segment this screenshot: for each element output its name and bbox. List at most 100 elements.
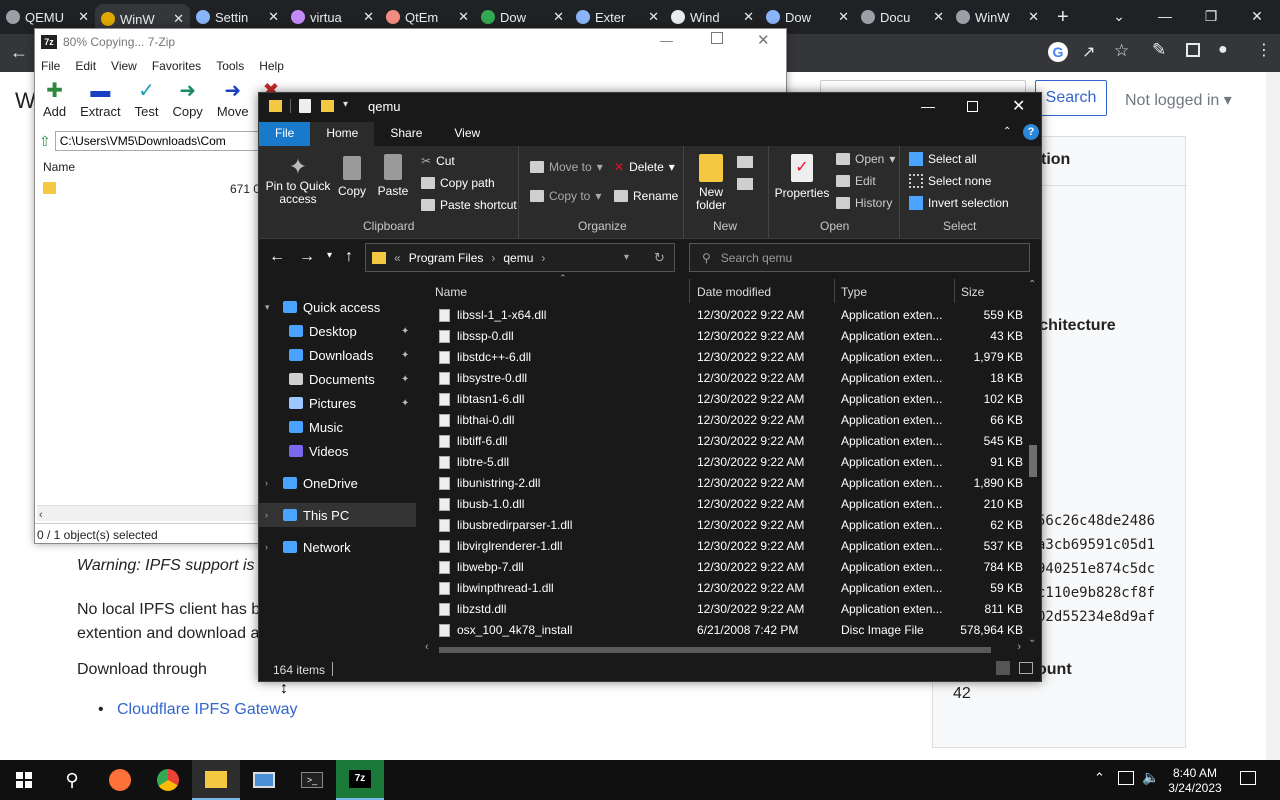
nav-item-music[interactable]: Music: [259, 415, 416, 439]
pin-icon[interactable]: ✦: [401, 350, 409, 361]
sevenzip-hscrollbar[interactable]: ‹: [37, 505, 259, 521]
not-logged-in-menu[interactable]: Not logged in ▾: [1125, 90, 1232, 110]
nav-item-this-pc[interactable]: › This PC: [259, 503, 416, 527]
col-date-modified[interactable]: Date modified: [697, 285, 771, 299]
file-row[interactable]: libthai-0.dll 12/30/2022 9:22 AM Applicati…: [429, 410, 1029, 431]
file-list-hscrollbar[interactable]: ‹ ›: [421, 641, 1025, 657]
pin-icon[interactable]: ✦: [401, 398, 409, 409]
nav-item-pictures[interactable]: Pictures ✦: [259, 391, 416, 415]
copy-path-button[interactable]: Copy path: [421, 176, 495, 190]
tab-close-icon[interactable]: ✕: [268, 9, 279, 25]
explorer-minimize-button[interactable]: —: [921, 98, 935, 114]
file-row[interactable]: libunistring-2.dll 12/30/2022 9:22 AM Appl…: [429, 473, 1029, 494]
copy-button[interactable]: Copy: [337, 154, 367, 198]
back-arrow-icon[interactable]: ←: [10, 42, 28, 63]
scroll-right-icon[interactable]: ›: [1017, 641, 1021, 653]
ribbon-tab-share[interactable]: Share: [374, 122, 438, 146]
recent-locations-chevron-icon[interactable]: ▾: [327, 250, 332, 261]
nav-item-desktop[interactable]: Desktop ✦: [259, 319, 416, 343]
file-explorer-icon[interactable]: [192, 760, 240, 800]
open-button[interactable]: Open ▾: [836, 152, 895, 166]
file-row[interactable]: libusbredirparser-1.dll 12/30/2022 9:22 A…: [429, 515, 1029, 536]
sevenzip-close-button[interactable]: ✕: [757, 31, 770, 49]
file-row[interactable]: libwebp-7.dll 12/30/2022 9:22 AM Applicati…: [429, 557, 1029, 578]
expand-chevron-icon[interactable]: ›: [265, 510, 268, 520]
share-icon[interactable]: ↗: [1082, 42, 1095, 62]
tab-close-icon[interactable]: ✕: [743, 9, 754, 25]
large-icons-view-icon[interactable]: [1019, 662, 1033, 674]
search-icon[interactable]: ⚲: [48, 760, 96, 800]
google-icon[interactable]: G: [1048, 42, 1068, 62]
tab-close-icon[interactable]: ✕: [78, 9, 89, 25]
sevenzip-add-button[interactable]: ✚ Add: [43, 80, 66, 121]
up-folder-icon[interactable]: ⇧: [39, 133, 51, 150]
chrome-icon[interactable]: [144, 760, 192, 800]
clock[interactable]: 8:40 AM 3/24/2023: [1162, 766, 1228, 796]
help-icon[interactable]: ?: [1023, 124, 1039, 140]
nav-item-videos[interactable]: Videos: [259, 439, 416, 463]
tab-close-icon[interactable]: ✕: [1028, 9, 1039, 25]
cut-button[interactable]: ✂ Cut: [421, 154, 455, 168]
browser-close-button[interactable]: ✕: [1234, 0, 1280, 32]
scroll-up-icon[interactable]: ⌃: [1028, 279, 1036, 290]
move-to-button[interactable]: Move to ▾: [530, 160, 603, 174]
menu-item-help[interactable]: Help: [259, 59, 284, 73]
new-folder-quick-icon[interactable]: [321, 100, 334, 112]
address-dropdown-chevron-icon[interactable]: ▾: [624, 252, 629, 263]
firefox-icon[interactable]: [96, 760, 144, 800]
file-row[interactable]: libvirglrenderer-1.dll 12/30/2022 9:22 AM…: [429, 536, 1029, 557]
side-panel-icon[interactable]: [1186, 43, 1200, 57]
file-row[interactable]: osx_100_4k78_install 6/21/2008 7:42 PM Dis…: [429, 620, 1029, 641]
forward-arrow-icon[interactable]: →: [299, 248, 315, 266]
file-row[interactable]: libzstd.dll 12/30/2022 9:22 AM Application…: [429, 599, 1029, 620]
breadcrumb-program-files[interactable]: Program Files: [409, 251, 484, 265]
search-input[interactable]: ⚲ Search qemu: [689, 243, 1030, 272]
copy-to-button[interactable]: Copy to ▾: [530, 189, 601, 203]
breadcrumb-overflow-icon[interactable]: «: [394, 251, 401, 265]
profile-icon[interactable]: ●: [1218, 41, 1228, 59]
new-tab-button[interactable]: +: [1045, 0, 1081, 34]
notification-center-icon[interactable]: [1240, 771, 1256, 785]
sevenzip-move-button[interactable]: ➜ Move: [217, 80, 249, 121]
ribbon-tab-view[interactable]: View: [438, 122, 496, 146]
nav-item-onedrive[interactable]: › OneDrive: [259, 471, 416, 495]
ribbon-tab-file[interactable]: File: [259, 122, 311, 146]
tab-close-icon[interactable]: ✕: [553, 9, 564, 25]
nav-item-downloads[interactable]: Downloads ✦: [259, 343, 416, 367]
extensions-puzzle-icon[interactable]: ✎: [1152, 40, 1166, 60]
page-scrollbar[interactable]: [1266, 72, 1280, 760]
tab-close-icon[interactable]: ✕: [933, 9, 944, 25]
invert-selection-button[interactable]: Invert selection: [909, 196, 1009, 210]
select-none-button[interactable]: Select none: [909, 174, 991, 188]
scroll-left-icon[interactable]: ‹: [425, 641, 429, 653]
menu-item-view[interactable]: View: [111, 59, 137, 73]
cloudflare-gateway-link[interactable]: Cloudflare IPFS Gateway: [117, 701, 298, 719]
file-row[interactable]: libwinpthread-1.dll 12/30/2022 9:22 AM App…: [429, 578, 1029, 599]
wiki-search-button[interactable]: Search: [1035, 80, 1107, 116]
tab-close-icon[interactable]: ✕: [838, 9, 849, 25]
show-hidden-icons-chevron-icon[interactable]: ⌃: [1094, 770, 1105, 786]
col-type[interactable]: Type: [841, 285, 867, 299]
sevenzip-col-name[interactable]: Name: [43, 160, 75, 174]
history-button[interactable]: History: [836, 196, 892, 210]
sevenzip-maximize-button[interactable]: [711, 32, 723, 44]
delete-button[interactable]: ✕ Delete ▾: [614, 160, 675, 174]
browser-tab[interactable]: WinW ✕: [950, 0, 1045, 34]
edit-button[interactable]: Edit: [836, 174, 876, 188]
hscrollbar-thumb[interactable]: [439, 647, 991, 653]
tab-search-chevron-icon[interactable]: ⌄: [1096, 0, 1142, 32]
menu-item-file[interactable]: File: [41, 59, 60, 73]
up-arrow-icon[interactable]: ↑: [345, 248, 353, 266]
easy-access-icon[interactable]: [737, 178, 753, 190]
col-name[interactable]: Name: [435, 285, 467, 299]
explorer-maximize-button[interactable]: [967, 101, 978, 112]
sevenzip-taskbar-icon[interactable]: 7z: [336, 760, 384, 800]
new-item-icon[interactable]: [737, 156, 753, 168]
refresh-icon[interactable]: ↻: [654, 250, 665, 266]
pin-to-quick-access-button[interactable]: ✦ Pin to Quick access: [265, 154, 331, 206]
browser-restore-button[interactable]: ❐: [1188, 0, 1234, 32]
file-row[interactable]: libtasn1-6.dll 12/30/2022 9:22 AM Applicat…: [429, 389, 1029, 410]
scroll-down-icon[interactable]: ⌄: [1028, 634, 1036, 645]
remote-desktop-icon[interactable]: [240, 760, 288, 800]
breadcrumb-qemu[interactable]: qemu: [503, 251, 533, 265]
